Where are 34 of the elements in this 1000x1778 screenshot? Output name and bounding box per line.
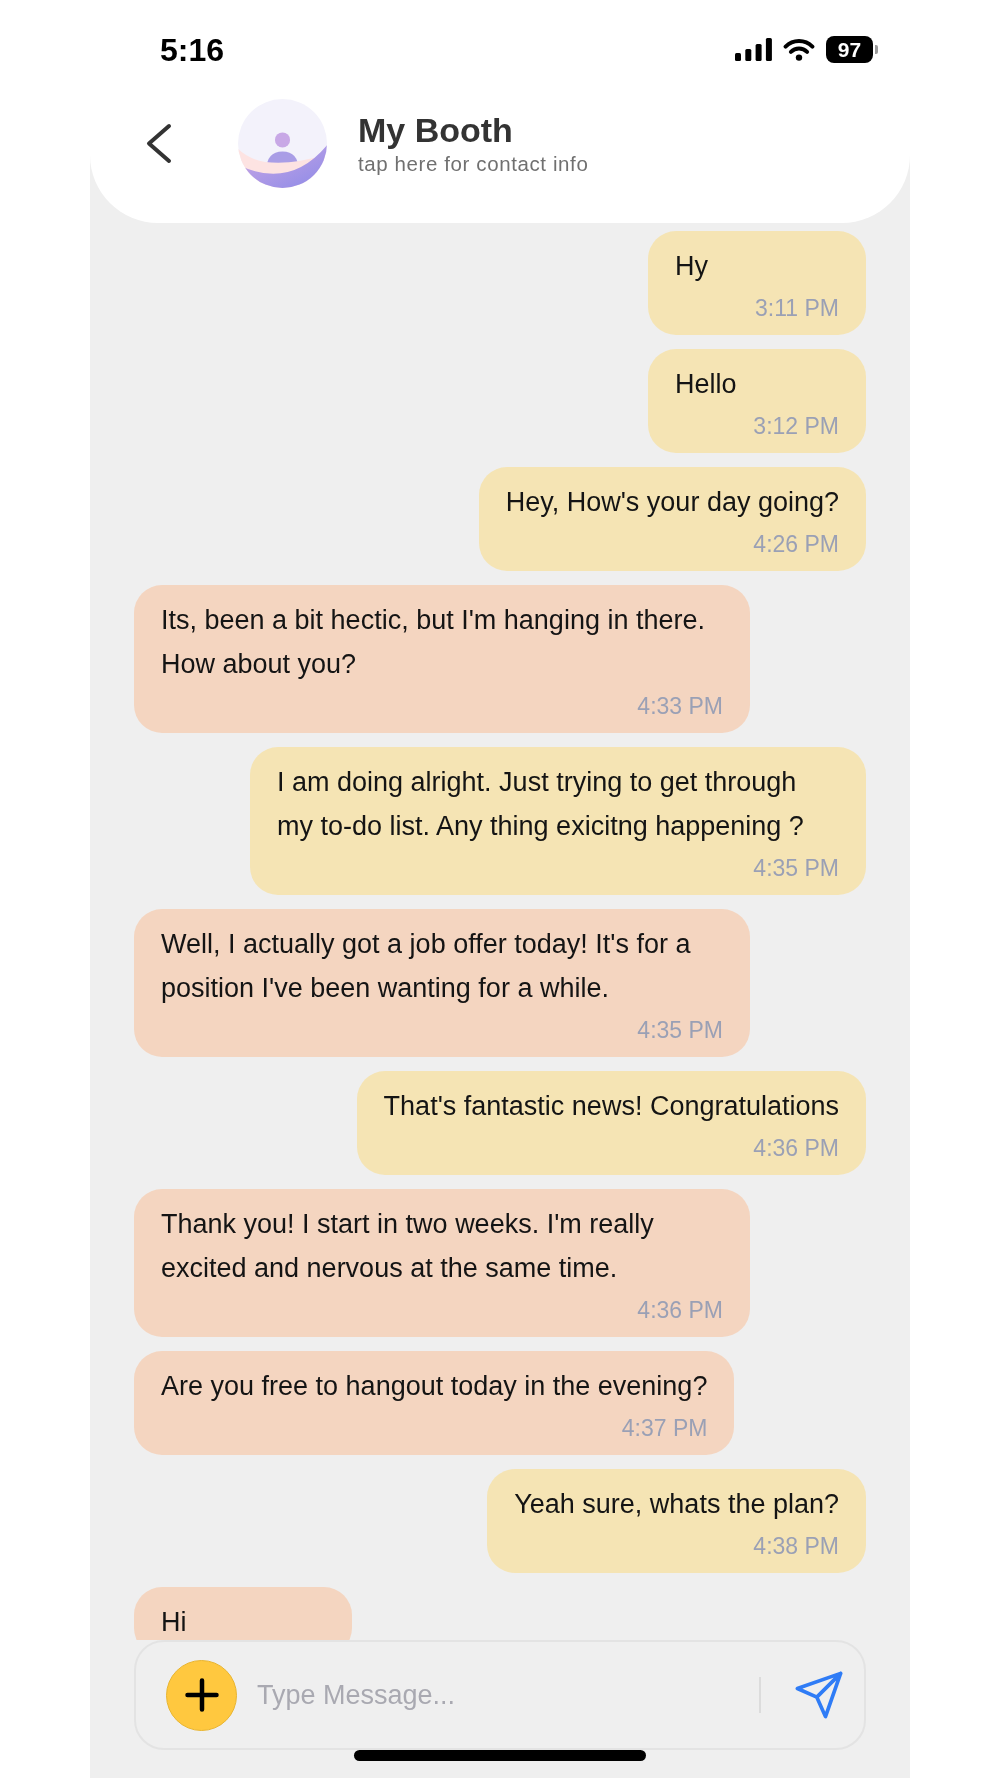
message-time: 4:38 PM (753, 1532, 839, 1561)
message-input-bar[interactable]: Type Message... (134, 1640, 866, 1750)
send-button[interactable] (795, 1671, 843, 1719)
message-time: 4:35 PM (637, 1016, 723, 1045)
message-text: Are you free to hangout today in the evening? (161, 1370, 708, 1403)
send-icon (795, 1671, 843, 1719)
wifi-icon (783, 38, 815, 61)
message-text: Hi (161, 1606, 188, 1639)
plus-icon (184, 1678, 219, 1712)
message-text: Thank you! I start in two weeks. I'm really excited and nervous at the same time. (161, 1208, 655, 1285)
signal-icon (735, 38, 772, 61)
message-field[interactable]: Type Message... (257, 1670, 759, 1720)
message-time: 4:33 PM (637, 692, 723, 721)
chevron-left-icon (145, 123, 172, 164)
message-text: Yeah sure, whats the plan? (514, 1488, 839, 1521)
back-button[interactable] (145, 123, 172, 164)
message-text: Well, I actually got a job offer today! It's for a position I've been wanting for a while. (161, 928, 692, 1005)
message-text: I am doing alright. Just trying to get through my to-do list. Any thing exicitng happening ? (277, 766, 805, 843)
message-time: 4:37 PM (621, 1414, 708, 1443)
message-time: 4:35 PM (753, 854, 839, 883)
message-text: Hello (675, 368, 738, 401)
message-time: 4:26 PM (753, 530, 839, 559)
message-text: That's fantastic news! Congratulations (383, 1090, 839, 1123)
contact-name: My Booth (358, 109, 514, 150)
status-time: 5:16 (160, 33, 225, 66)
battery-percentage: 97 (826, 36, 873, 63)
message-time: 4:36 PM (753, 1134, 839, 1163)
message-text: Hey, How's your day going? (505, 486, 839, 519)
message-text: Hy (675, 250, 709, 283)
contact-info-hint[interactable]: tap here for contact info (358, 149, 589, 178)
message-time: 4:36 PM (637, 1296, 723, 1325)
message-time: 3:11 PM (755, 294, 839, 323)
message-time: 3:12 PM (753, 412, 839, 441)
message-text: Its, been a bit hectic, but I'm hanging in there. How about you? (161, 604, 706, 681)
